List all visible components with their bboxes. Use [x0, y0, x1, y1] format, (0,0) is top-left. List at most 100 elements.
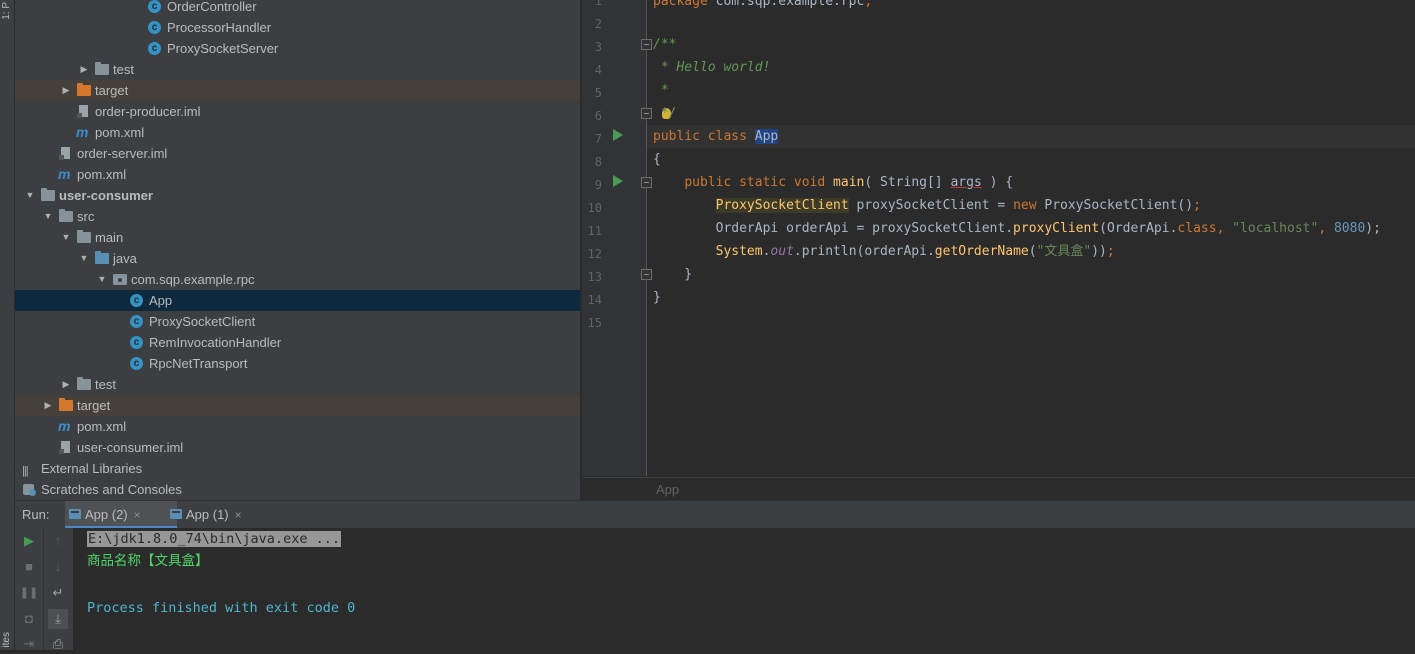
tree-item[interactable]: c ProcessorHandler — [15, 17, 580, 38]
tree-item[interactable]: ▶ test — [15, 374, 580, 395]
class-icon: c — [130, 336, 143, 349]
down-arrow-icon[interactable]: ↓ — [48, 557, 68, 577]
run-class-icon[interactable] — [613, 129, 623, 141]
line-number: 6 — [594, 109, 602, 123]
soft-wrap-icon[interactable]: ↵ — [48, 583, 68, 603]
stop-icon[interactable]: ■ — [19, 557, 39, 577]
class-icon: c — [130, 315, 143, 328]
tree-item[interactable]: c RpcNetTransport — [15, 353, 580, 374]
tree-item[interactable]: ▼ main — [15, 227, 580, 248]
tree-item[interactable]: order-producer.iml — [15, 101, 580, 122]
line-number: 4 — [594, 63, 602, 77]
chevron-right-icon[interactable]: ▶ — [60, 80, 72, 101]
scroll-to-end-icon[interactable]: ⤓ — [48, 609, 68, 629]
code-line-1: package com.sqp.example.rpc; — [653, 0, 873, 9]
line-number: 2 — [594, 17, 602, 31]
fold-icon[interactable] — [641, 39, 652, 50]
left-tool-strip: 1: P ites — [0, 0, 15, 650]
project-tool-window-tab[interactable]: 1: P — [0, 2, 14, 20]
editor-breadcrumb[interactable]: App — [582, 477, 1415, 501]
tree-item[interactable]: m pom.xml — [15, 122, 580, 143]
exit-icon[interactable]: ⇥ — [19, 634, 39, 654]
run-panel-header: Run: App (2) × App (1) × — [15, 500, 1415, 528]
rerun-icon[interactable]: ▶ — [19, 531, 39, 551]
code-editor[interactable]: 1 2 3 4 5 6 7 8 9 10 11 12 13 14 15 package com.sqp.ex… — [582, 0, 1415, 476]
tree-item[interactable]: ▼ java — [15, 248, 580, 269]
tree-item[interactable]: ▶ target — [15, 80, 580, 101]
chevron-right-icon[interactable]: ▶ — [60, 374, 72, 395]
code-line-4: * Hello world! — [653, 60, 771, 75]
tree-item[interactable]: order-server.iml — [15, 143, 580, 164]
chevron-right-icon[interactable]: ▶ — [15, 479, 18, 500]
code-line-9: public static void main( String[] args )… — [684, 175, 1014, 190]
module-folder-icon — [40, 188, 56, 203]
run-tab-label: App (1) — [186, 507, 229, 522]
line-number: 8 — [594, 155, 602, 169]
run-main-icon[interactable] — [613, 175, 623, 187]
tree-item-label: target — [77, 398, 111, 413]
fold-icon[interactable] — [641, 108, 652, 119]
iml-icon — [58, 146, 74, 161]
run-tab-app-2[interactable]: App (2) × — [65, 501, 177, 528]
chevron-right-icon[interactable]: ▶ — [42, 395, 54, 416]
tree-item-label: Scratches and Consoles — [41, 482, 182, 497]
line-number: 9 — [594, 178, 602, 192]
fold-icon[interactable] — [641, 177, 652, 188]
tree-item-label: user-consumer.iml — [77, 440, 184, 455]
folder-orange-icon — [76, 83, 92, 98]
tree-item-label: ProxySocketClient — [149, 314, 256, 329]
tree-item[interactable]: c ProxySocketClient — [15, 311, 580, 332]
tree-item[interactable]: ▼ src — [15, 206, 580, 227]
tree-item[interactable]: m pom.xml — [15, 164, 580, 185]
tree-item-label: target — [95, 83, 129, 98]
folder-blue-icon — [94, 251, 110, 266]
tree-item[interactable]: ▶ test — [15, 59, 580, 80]
tree-item-label: pom.xml — [77, 167, 127, 182]
favorites-tool-window-tab[interactable]: ites — [0, 632, 14, 648]
close-icon[interactable]: × — [235, 508, 242, 522]
chevron-right-icon[interactable]: ▶ — [78, 59, 90, 80]
tree-item[interactable]: ▼ com.sqp.example.rpc — [15, 269, 580, 290]
tree-item[interactable]: ▶ ||| External Libraries — [15, 458, 580, 479]
run-tab-app-1[interactable]: App (1) × — [166, 501, 278, 528]
folder-icon — [94, 62, 110, 77]
tree-item[interactable]: c ProxySocketServer — [15, 38, 580, 59]
folder-icon — [58, 209, 74, 224]
line-number: 14 — [587, 293, 602, 307]
code-line-14: } — [653, 290, 661, 305]
tree-item[interactable]: ▶ Scratches and Consoles — [15, 479, 580, 500]
pause-icon[interactable]: ❚❚ — [19, 583, 39, 603]
tree-item-label: src — [77, 209, 95, 224]
tree-item[interactable]: c OrderController — [15, 0, 580, 17]
tree-item[interactable]: user-consumer.iml — [15, 437, 580, 458]
print-icon[interactable]: ⎙ — [48, 634, 68, 654]
chevron-down-icon[interactable]: ▼ — [60, 227, 72, 248]
tree-item-label: RpcNetTransport — [149, 356, 248, 371]
class-icon: c — [148, 42, 161, 55]
chevron-down-icon[interactable]: ▼ — [24, 185, 36, 206]
up-arrow-icon[interactable]: ↑ — [48, 531, 68, 551]
tree-item[interactable]: c RemInvocationHandler — [15, 332, 580, 353]
tree-item-label: test — [95, 377, 116, 392]
code-line-10: ProxySocketClient proxySocketClient = ne… — [715, 198, 1201, 213]
tree-item[interactable]: ▼ user-consumer — [15, 185, 580, 206]
chevron-down-icon[interactable]: ▼ — [96, 269, 108, 290]
close-icon[interactable]: × — [134, 508, 141, 522]
console-output[interactable]: E:\jdk1.8.0_74\bin\java.exe ... 商品名称【文具盒… — [73, 528, 1415, 650]
fold-icon[interactable] — [641, 269, 652, 280]
tree-item[interactable]: c App — [15, 290, 580, 311]
chevron-right-icon[interactable]: ▶ — [15, 458, 18, 479]
tree-item[interactable]: ▶ target — [15, 395, 580, 416]
camera-icon[interactable]: ◘ — [19, 609, 39, 629]
maven-icon: m — [76, 124, 89, 140]
code-line-13: } — [653, 267, 693, 282]
line-number: 5 — [594, 86, 602, 100]
tree-item-label: java — [113, 251, 137, 266]
tree-item-label: pom.xml — [95, 125, 145, 140]
tree-item[interactable]: m pom.xml — [15, 416, 580, 437]
code-line-5: * — [653, 83, 669, 98]
chevron-down-icon[interactable]: ▼ — [42, 206, 54, 227]
line-number: 7 — [594, 132, 602, 146]
chevron-down-icon[interactable]: ▼ — [78, 248, 90, 269]
code-line-8: { — [653, 152, 661, 167]
